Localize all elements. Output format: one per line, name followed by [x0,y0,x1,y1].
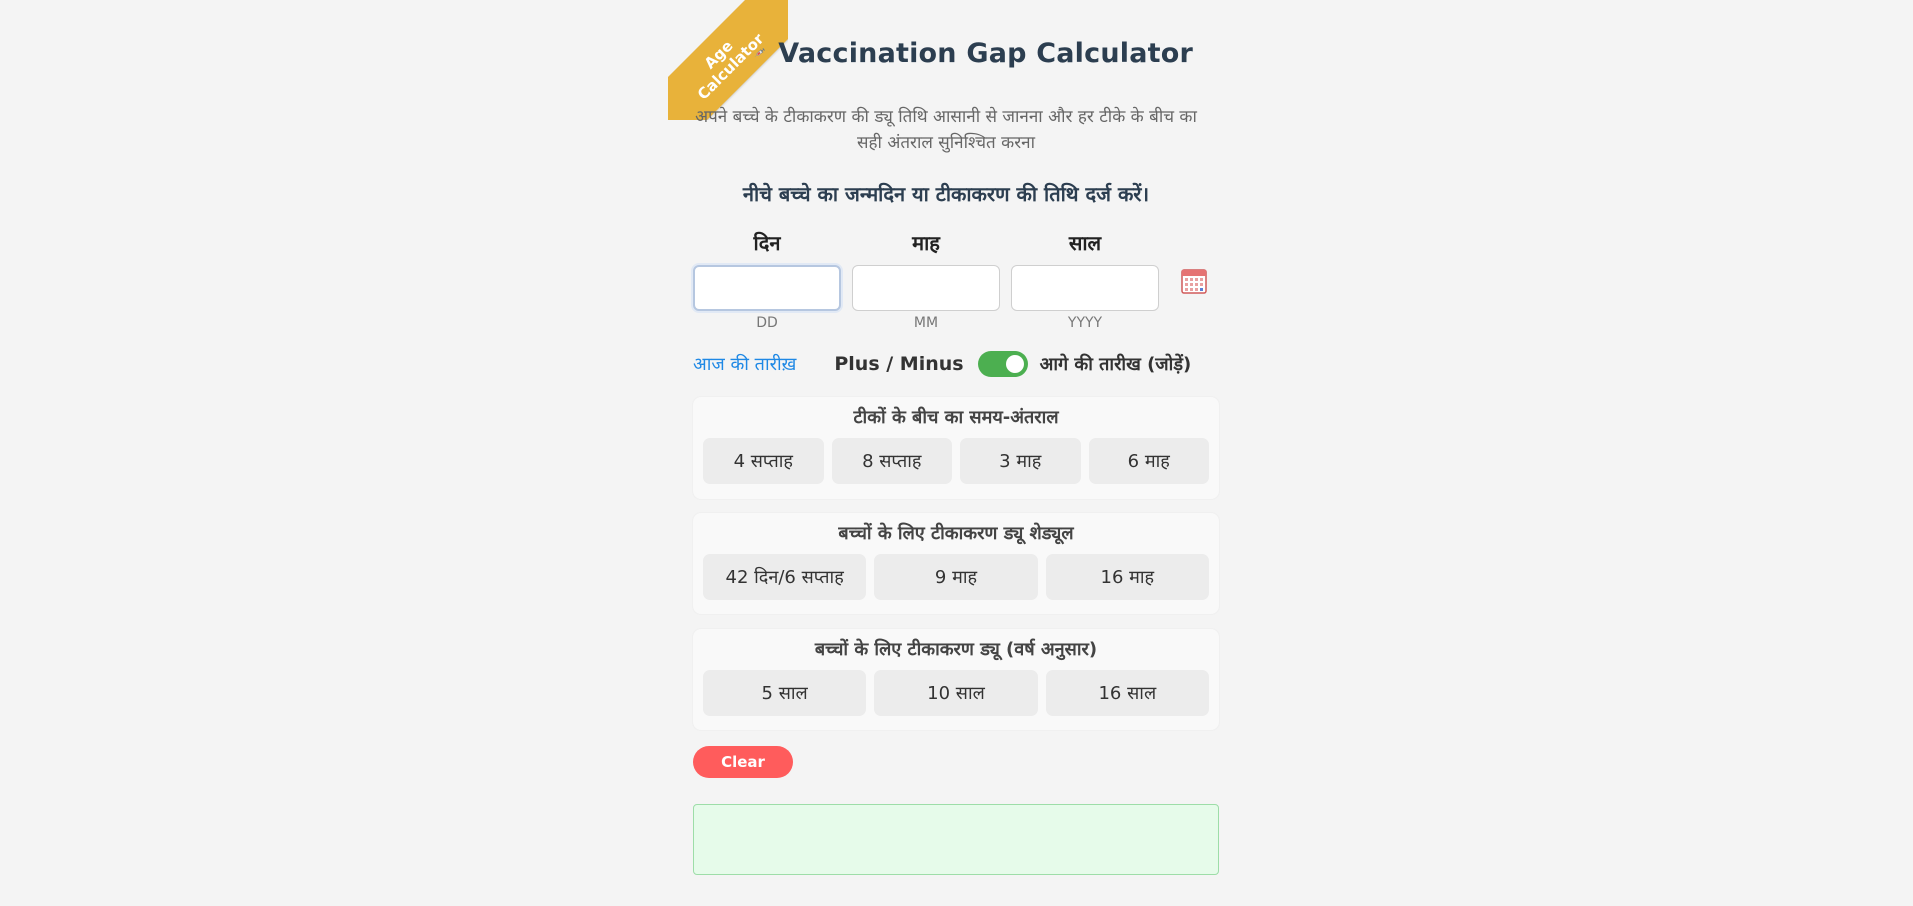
gap-8-weeks-button[interactable]: 8 सप्ताह [831,438,952,484]
yearly-section: बच्चों के लिए टीकाकरण ड्यू (वर्ष अनुसार)… [693,629,1219,730]
yearly-buttons: 5 साल 10 साल 16 साल [693,663,1219,716]
yearly-5-years-button[interactable]: 5 साल [703,670,867,716]
schedule-section: बच्चों के लिए टीकाकरण ड्यू शेड्यूल 42 दि… [693,513,1219,614]
schedule-42-days-button[interactable]: 42 दिन/6 सप्ताह [703,554,867,600]
schedule-buttons: 42 दिन/6 सप्ताह 9 माह 16 माह [693,547,1219,600]
page: Age Calculator Vaccination Gap Calculato… [0,0,1913,906]
calendar-icon[interactable] [1181,268,1207,294]
gap-section-title: टीकों के बीच का समय-अंतराल [853,407,1059,428]
gap-4-weeks-button[interactable]: 4 सप्ताह [703,438,824,484]
toggle-state-label: आगे की तारीख (जोड़ें) [1039,354,1192,375]
gap-section: टीकों के बीच का समय-अंतराल 4 सप्ताह 8 सप… [693,397,1219,499]
options-row: आज की तारीख़ Plus / Minus आगे की तारीख (… [693,348,1213,380]
schedule-section-title: बच्चों के लिए टीकाकरण ड्यू शेड्यूल [838,523,1074,544]
page-subtitle: अपने बच्चे के टीकाकरण की ड्यू तिथि आसानी… [695,107,1197,153]
year-hint: YYYY [1067,315,1103,331]
clear-button[interactable]: Clear [693,746,793,778]
yearly-16-years-button[interactable]: 16 साल [1045,670,1209,716]
gap-3-months-button[interactable]: 3 माह [960,438,1081,484]
gap-buttons: 4 सप्ताह 8 सप्ताह 3 माह 6 माह [693,431,1219,484]
month-label: माह [912,231,940,255]
day-label: दिन [753,231,781,255]
yearly-10-years-button[interactable]: 10 साल [874,670,1038,716]
year-label: साल [1068,231,1102,255]
syringe-icon [754,48,765,57]
plus-minus-label: Plus / Minus [834,353,964,375]
month-group: माह MM [852,228,1000,331]
month-hint: MM [913,315,939,331]
year-input[interactable] [1011,265,1159,311]
today-date-link[interactable]: आज की तारीख़ [693,352,796,376]
year-group: साल YYYY [1011,228,1159,331]
yearly-section-title: बच्चों के लिए टीकाकरण ड्यू (वर्ष अनुसार) [814,639,1098,660]
schedule-16-months-button[interactable]: 16 माह [1045,554,1209,600]
plus-minus-toggle[interactable] [977,351,1028,377]
calculator-card: Age Calculator Vaccination Gap Calculato… [668,0,1224,906]
day-hint: DD [756,315,778,331]
page-title: Vaccination Gap Calculator [778,37,1193,69]
month-input[interactable] [852,265,1000,311]
instruction-text: नीचे बच्चे का जन्मदिन या टीकाकरण की तिथि… [742,182,1150,206]
gap-6-months-button[interactable]: 6 माह [1088,438,1209,484]
day-group: दिन DD [693,228,841,331]
result-box [693,804,1219,875]
day-input[interactable] [693,265,841,311]
header: Vaccination Gap Calculator [753,28,1193,78]
schedule-9-months-button[interactable]: 9 माह [874,554,1038,600]
